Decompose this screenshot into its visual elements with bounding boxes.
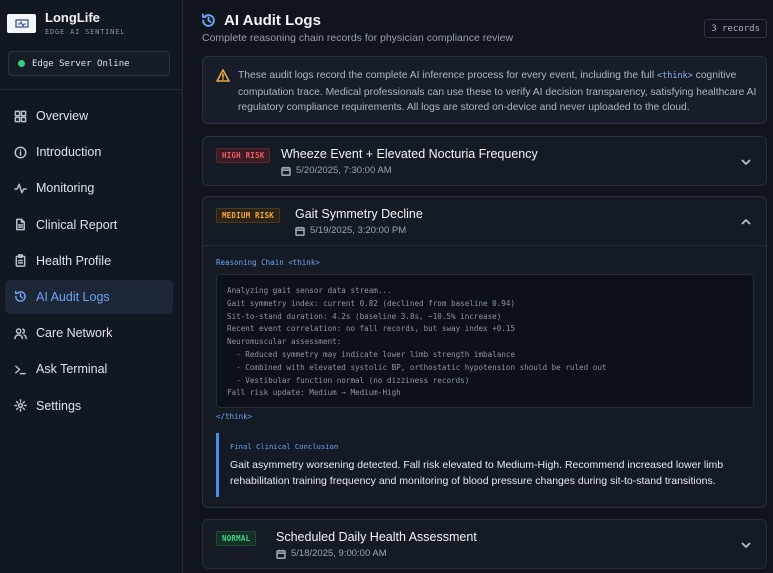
- notice-text: These audit logs record the complete AI …: [238, 68, 758, 116]
- sidebar: LongLife EDGE AI SENTINEL Edge Server On…: [0, 0, 183, 573]
- sidebar-item-label: AI Audit Logs: [36, 289, 110, 304]
- brand-name: LongLife: [45, 10, 100, 25]
- log-date-text: 5/18/2025, 9:00:00 AM: [291, 548, 387, 559]
- sidebar-item-overview[interactable]: Overview: [5, 99, 173, 133]
- card-header[interactable]: MEDIUM RISK Gait Symmetry Decline 5/19/2…: [203, 197, 766, 245]
- sidebar-item-monitoring[interactable]: Monitoring: [5, 171, 173, 205]
- warning-icon: [216, 69, 230, 82]
- terminal-icon: [13, 362, 27, 376]
- sidebar-item-introduction[interactable]: Introduction: [5, 135, 173, 169]
- brand-subtitle: EDGE AI SENTINEL: [45, 28, 126, 36]
- reasoning-chain-end: </think>: [216, 412, 253, 421]
- card-body: Reasoning Chain <think> Analyzing gait s…: [203, 245, 766, 497]
- chevron-down-icon[interactable]: [740, 538, 752, 550]
- calendar-icon: [295, 226, 305, 236]
- conclusion-text: Gait asymmetry worsening detected. Fall …: [230, 459, 724, 487]
- chain-line: Neuromuscular assessment:: [227, 337, 342, 347]
- users-icon: [13, 326, 27, 340]
- sidebar-item-care-network[interactable]: Care Network: [5, 316, 173, 350]
- audit-log-card: NORMAL Scheduled Daily Health Assessment…: [202, 519, 767, 569]
- gear-icon: [13, 399, 27, 413]
- conclusion-label: Final Clinical Conclusion: [230, 442, 339, 451]
- main-content: AI Audit Logs Complete reasoning chain r…: [183, 0, 773, 573]
- card-header[interactable]: NORMAL Scheduled Daily Health Assessment…: [203, 520, 766, 568]
- reasoning-chain-label: Reasoning Chain <think>: [216, 258, 320, 267]
- sidebar-item-label: Introduction: [36, 145, 102, 160]
- log-date: 5/19/2025, 3:20:00 PM: [295, 225, 406, 236]
- notice-text-before: These audit logs record the complete AI …: [238, 70, 657, 81]
- sidebar-item-label: Monitoring: [36, 181, 95, 196]
- think-tag: <think>: [656, 71, 693, 81]
- reasoning-chain-box: Analyzing gait sensor data stream... Gai…: [216, 274, 754, 408]
- sidebar-divider: [0, 89, 182, 90]
- brand: LongLife EDGE AI SENTINEL: [7, 10, 125, 36]
- log-title: Gait Symmetry Decline: [295, 207, 423, 221]
- history-icon: [201, 13, 216, 28]
- chain-line: - Combined with elevated systolic BP, or…: [227, 362, 607, 372]
- server-status: Edge Server Online: [8, 51, 170, 76]
- log-date: 5/18/2025, 9:00:00 AM: [276, 548, 387, 559]
- sidebar-item-settings[interactable]: Settings: [5, 389, 173, 423]
- server-status-label: Edge Server Online: [32, 58, 130, 69]
- grid-icon: [13, 109, 27, 123]
- card-header[interactable]: HIGH RISK Wheeze Event + Elevated Noctur…: [203, 137, 766, 185]
- logo-emblem-icon: [14, 18, 29, 28]
- chevron-up-icon[interactable]: [740, 215, 752, 227]
- calendar-icon: [281, 166, 291, 176]
- chain-line: Sit-to-stand duration: 4.2s (baseline 3.…: [227, 311, 502, 321]
- file-icon: [13, 218, 27, 232]
- sidebar-item-label: Overview: [36, 109, 89, 123]
- sidebar-item-label: Clinical Report: [36, 217, 118, 232]
- risk-badge: NORMAL: [216, 531, 257, 546]
- app-logo: [7, 14, 36, 33]
- chain-line: Recent event correlation: no fall record…: [227, 324, 516, 334]
- log-title: Scheduled Daily Health Assessment: [276, 530, 477, 544]
- sidebar-item-health-profile[interactable]: Health Profile: [5, 244, 173, 278]
- calendar-icon: [276, 549, 286, 559]
- page-subtitle: Complete reasoning chain records for phy…: [202, 32, 514, 44]
- sidebar-item-ai-audit-logs[interactable]: AI Audit Logs: [5, 279, 173, 314]
- chain-line: Analyzing gait sensor data stream...: [227, 286, 392, 295]
- sidebar-item-clinical-report[interactable]: Clinical Report: [5, 208, 173, 242]
- audit-log-card-expanded: MEDIUM RISK Gait Symmetry Decline 5/19/2…: [202, 196, 767, 508]
- sidebar-item-label: Health Profile: [36, 253, 112, 268]
- audit-log-card: HIGH RISK Wheeze Event + Elevated Noctur…: [202, 136, 767, 186]
- page-title: AI Audit Logs: [224, 12, 321, 29]
- chain-line: - Reduced symmetry may indicate lower li…: [227, 349, 516, 359]
- sidebar-item-label: Ask Terminal: [36, 362, 108, 377]
- chain-line: Fall risk update: Medium → Medium-High: [227, 388, 401, 398]
- sidebar-nav: Overview Introduction Monitoring Clinica…: [5, 99, 173, 425]
- clipboard-icon: [13, 254, 27, 268]
- clinical-conclusion: Final Clinical Conclusion Gait asymmetry…: [216, 433, 752, 497]
- history-icon: [13, 290, 27, 304]
- sidebar-item-label: Settings: [36, 398, 82, 413]
- chevron-down-icon[interactable]: [740, 155, 752, 167]
- activity-icon: [13, 181, 27, 195]
- log-date: 5/20/2025, 7:30:00 AM: [281, 165, 392, 176]
- risk-badge: HIGH RISK: [216, 148, 271, 163]
- chain-line: - Vestibular function normal (no dizzine…: [227, 375, 470, 385]
- status-dot-icon: [18, 60, 25, 67]
- log-date-text: 5/20/2025, 7:30:00 AM: [296, 165, 392, 176]
- info-icon: [13, 145, 27, 159]
- records-count-badge: 3 records: [704, 19, 767, 38]
- log-date-text: 5/19/2025, 3:20:00 PM: [310, 225, 407, 236]
- sidebar-item-label: Care Network: [36, 326, 113, 341]
- log-title: Wheeze Event + Elevated Nocturia Frequen…: [281, 147, 538, 161]
- compliance-notice: These audit logs record the complete AI …: [202, 56, 767, 124]
- risk-badge: MEDIUM RISK: [216, 208, 280, 223]
- sidebar-item-ask-terminal[interactable]: Ask Terminal: [5, 352, 173, 386]
- chain-line: Gait symmetry index: current 0.82 (decli…: [227, 298, 516, 308]
